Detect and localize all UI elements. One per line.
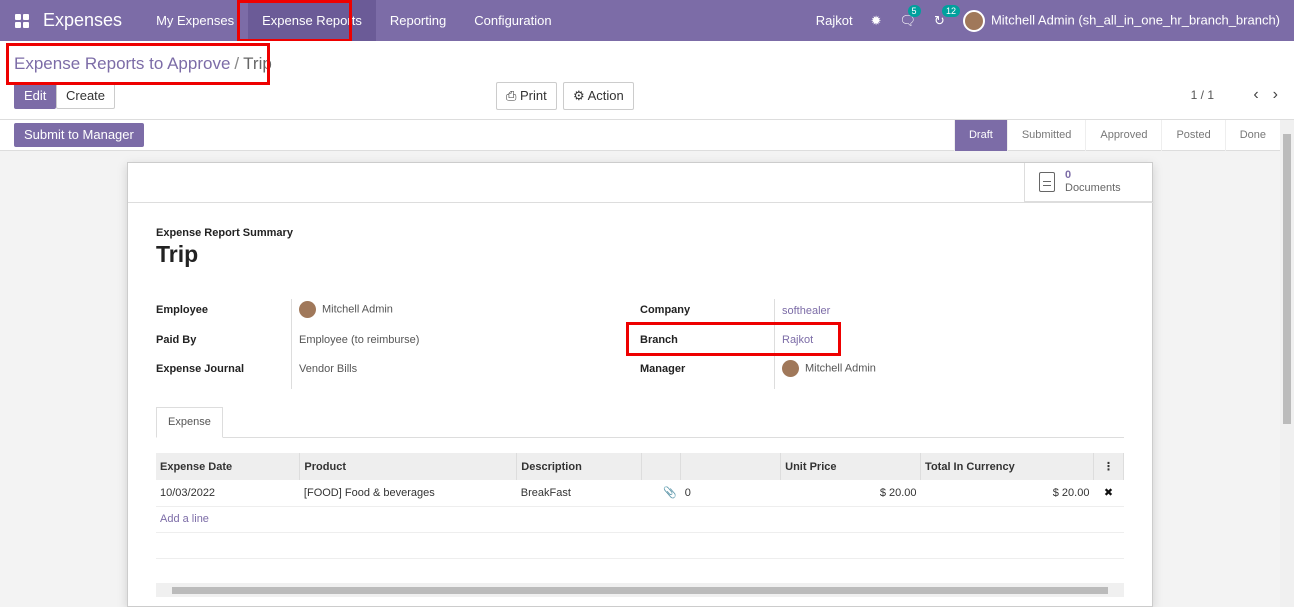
top-navbar: Expenses My Expenses Expense Reports Rep… <box>0 0 1294 41</box>
manager-value[interactable]: Mitchell Admin <box>782 360 876 377</box>
documents-label: Documents <box>1065 182 1121 194</box>
col-unit-price[interactable]: Unit Price <box>780 453 922 480</box>
apps-grid-icon[interactable] <box>15 13 29 28</box>
control-panel: Expense Reports to Approve / Trip Edit Cre… <box>0 41 1294 120</box>
submit-to-manager-button[interactable]: Submit to Manager <box>14 123 144 147</box>
print-icon: ⎙ <box>506 88 521 103</box>
create-button[interactable]: Create <box>56 83 116 109</box>
menu-reporting[interactable]: Reporting <box>376 0 460 41</box>
vertical-scrollbar[interactable] <box>1280 120 1294 607</box>
edit-button[interactable]: Edit <box>14 83 57 109</box>
employee-label: Employee <box>156 304 208 316</box>
paid-by-value[interactable]: Employee (to reimburse) <box>299 334 419 346</box>
button-box-divider <box>128 202 1154 203</box>
col-expense-date[interactable]: Expense Date <box>156 453 301 480</box>
expense-journal-label: Expense Journal <box>156 363 245 375</box>
manager-avatar <box>782 360 799 377</box>
manager-name: Mitchell Admin <box>805 362 876 375</box>
horizontal-scroll-thumb[interactable] <box>172 587 1108 594</box>
pager-value[interactable]: 1 / 1 <box>1191 88 1214 102</box>
horizontal-scrollbar[interactable] <box>156 583 1124 597</box>
employee-name: Mitchell Admin <box>322 303 393 316</box>
left-field-divider <box>291 299 292 389</box>
chat-count-badge: 5 <box>907 4 921 17</box>
company-value[interactable]: softhealer <box>782 305 830 317</box>
documents-count: 0 <box>1065 169 1072 181</box>
menu-expense-reports[interactable]: Expense Reports <box>248 0 376 41</box>
status-bar: Submit to Manager Draft Submitted Approv… <box>0 120 1280 151</box>
action-label: Action <box>587 88 624 103</box>
row-date: 10/03/2022 <box>156 480 300 507</box>
breadcrumb-parent[interactable]: Expense Reports to Approve <box>14 54 230 73</box>
col-blank <box>680 453 782 480</box>
activity-count-badge: 12 <box>942 4 961 17</box>
user-menu[interactable]: Mitchell Admin (sh_all_in_one_hr_branch_… <box>962 9 1280 32</box>
chevron-left-icon[interactable]: ‹ <box>1253 86 1258 103</box>
gear-icon: ⚙ <box>573 88 588 103</box>
activity-clock-icon[interactable]: ↻ 12 <box>934 4 961 29</box>
row-total: $ 20.00 <box>920 480 1094 507</box>
right-field-divider <box>774 299 775 389</box>
employee-avatar <box>299 301 316 318</box>
print-label: Print <box>520 88 547 103</box>
chevron-right-icon[interactable]: › <box>1273 86 1278 103</box>
debug-bug-icon[interactable]: ✹ <box>871 13 882 29</box>
col-attachment <box>641 453 682 480</box>
empty-row <box>156 532 1124 559</box>
table-header-row: Expense Date Product Description Unit Pr… <box>156 453 1125 480</box>
user-name: Mitchell Admin (sh_all_in_one_hr_branch_… <box>990 11 1280 27</box>
tab-expense[interactable]: Expense <box>156 407 223 438</box>
document-icon <box>1039 172 1055 192</box>
paperclip-icon[interactable]: 📎 <box>641 480 681 507</box>
print-button[interactable]: ⎙ Print <box>496 82 557 110</box>
table-row[interactable]: 10/03/2022 [FOOD] Food & beverages Break… <box>156 480 1124 507</box>
col-total-in-currency[interactable]: Total In Currency <box>920 453 1094 480</box>
form-sheet: 0 Documents Expense Report Summary Trip … <box>127 162 1154 607</box>
tab-underline <box>156 437 1124 438</box>
pager-arrows: ‹ › <box>1239 86 1278 104</box>
menu-my-expenses[interactable]: My Expenses <box>142 0 248 41</box>
expense-lines-table: Expense Date Product Description Unit Pr… <box>156 453 1125 559</box>
row-description: BreakFast <box>516 480 642 507</box>
expense-journal-value[interactable]: Vendor Bills <box>299 363 357 375</box>
user-avatar <box>962 9 985 32</box>
manager-label: Manager <box>640 363 686 375</box>
branch-label: Branch <box>640 334 678 346</box>
stage-submitted[interactable]: Submitted <box>1006 120 1086 151</box>
chat-icon[interactable]: 🗨 5 <box>900 4 921 29</box>
row-product: [FOOD] Food & beverages <box>299 480 517 507</box>
stage-pipeline: Draft Submitted Approved Posted Done <box>953 120 1280 151</box>
stage-done[interactable]: Done <box>1224 120 1280 151</box>
col-description[interactable]: Description <box>516 453 643 480</box>
app-brand[interactable]: Expenses <box>43 10 122 31</box>
col-product[interactable]: Product <box>299 453 518 480</box>
action-button[interactable]: ⚙ Action <box>563 82 634 110</box>
stage-approved[interactable]: Approved <box>1085 120 1161 151</box>
documents-smart-button[interactable]: 0 Documents <box>1024 163 1152 202</box>
menu-configuration[interactable]: Configuration <box>460 0 565 41</box>
column-options-icon[interactable]: ⋮ <box>1093 453 1125 480</box>
add-line-row: Add a line <box>156 506 1124 533</box>
row-attachments: 0 <box>680 480 781 507</box>
branch-switcher[interactable]: Rajkot <box>816 13 853 28</box>
delete-row-icon[interactable]: ✖ <box>1093 480 1124 507</box>
stage-posted[interactable]: Posted <box>1161 120 1224 151</box>
add-line-link[interactable]: Add a line <box>160 513 209 525</box>
breadcrumb-separator: / <box>234 54 240 73</box>
breadcrumb: Expense Reports to Approve / Trip <box>14 54 272 74</box>
branch-value[interactable]: Rajkot <box>782 334 813 346</box>
stage-draft[interactable]: Draft <box>953 120 1007 151</box>
report-title[interactable]: Trip <box>156 241 198 268</box>
breadcrumb-current: Trip <box>243 54 272 73</box>
summary-label: Expense Report Summary <box>156 227 293 239</box>
employee-value[interactable]: Mitchell Admin <box>299 301 393 318</box>
vertical-scroll-thumb[interactable] <box>1283 134 1291 424</box>
row-unit-price: $ 20.00 <box>780 480 921 507</box>
company-label: Company <box>640 304 691 316</box>
paid-by-label: Paid By <box>156 334 197 346</box>
